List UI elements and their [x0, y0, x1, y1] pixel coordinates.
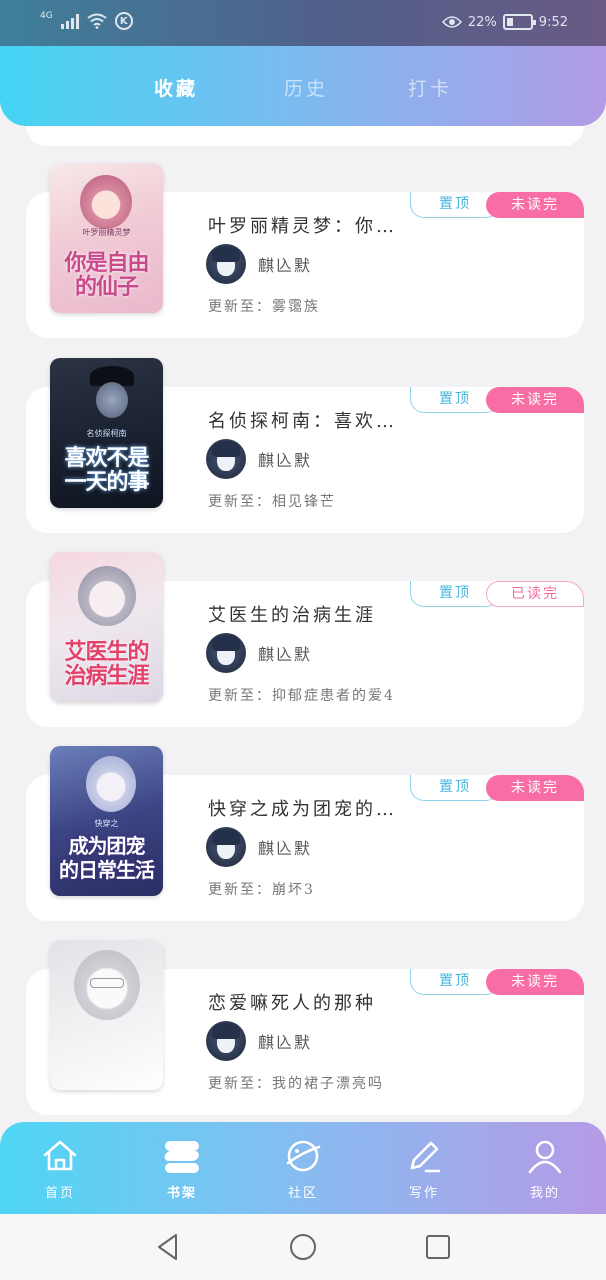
- signal-icon: [60, 13, 79, 29]
- home-icon: [43, 1140, 77, 1171]
- nav-profile-label: 我的: [529, 1186, 560, 1201]
- nav-write[interactable]: 写作: [389, 1136, 459, 1201]
- author-name: 麒兦默: [258, 839, 313, 858]
- read-status-tag[interactable]: 已读完: [486, 581, 584, 607]
- read-status-tag[interactable]: 未读完: [486, 192, 584, 218]
- pen-icon: [410, 1141, 441, 1173]
- wifi-icon: [87, 13, 107, 29]
- battery-icon: [502, 14, 536, 30]
- author-name: 麒兦默: [258, 645, 313, 664]
- previous-book-card[interactable]: [26, 126, 584, 146]
- update-status: 更新至：相见锋芒: [208, 494, 336, 510]
- book-cover[interactable]: 快穿之 成为团宠 的日常生活: [50, 746, 163, 896]
- update-status: 更新至：我的裙子漂亮吗: [208, 1076, 384, 1092]
- read-status-tag[interactable]: 未读完: [486, 387, 584, 413]
- cover-title: 喜欢不是 一天的事: [64, 445, 149, 495]
- author-name: 麒兦默: [258, 451, 313, 470]
- nav-write-label: 写作: [408, 1186, 439, 1201]
- author-avatar[interactable]: [206, 827, 246, 867]
- book-card[interactable]: 快穿之 成为团宠 的日常生活 置顶 未读完 快穿之成为团宠的… 麒兦默 更新至：崩…: [26, 746, 584, 921]
- nav-community[interactable]: 社区: [268, 1136, 338, 1201]
- author-name: 麒兦默: [258, 1033, 313, 1052]
- bookshelf-icon: [164, 1141, 199, 1173]
- update-status: 更新至：崩坏3: [208, 882, 315, 898]
- system-nav-bar: [0, 1214, 606, 1280]
- book-title: 快穿之成为团宠的…: [208, 799, 397, 820]
- nav-profile[interactable]: 我的: [510, 1136, 580, 1201]
- author-avatar[interactable]: [206, 633, 246, 673]
- top-tab-bar: 收藏 历史 打卡: [0, 46, 606, 126]
- book-title: 恋爱嘛死人的那种: [208, 993, 376, 1014]
- update-status: 更新至：雾霭族: [208, 299, 320, 315]
- read-status-tag[interactable]: 未读完: [486, 969, 584, 995]
- author-avatar[interactable]: [206, 1021, 246, 1061]
- cover-subtitle: 叶罗丽精灵梦: [82, 228, 131, 237]
- status-bar: 4G K 22% 9:52: [0, 0, 606, 46]
- eye-icon: [441, 16, 462, 28]
- update-status: 更新至：抑郁症患者的爱4: [208, 688, 395, 704]
- book-title: 叶罗丽精灵梦：你…: [208, 216, 397, 237]
- author-name: 麒兦默: [258, 256, 313, 275]
- nav-home[interactable]: 首页: [25, 1136, 95, 1201]
- cover-title: 艾医生的 治病生涯: [64, 639, 149, 689]
- book-cover[interactable]: 艾医生的 治病生涯: [50, 552, 163, 702]
- back-icon[interactable]: [154, 1232, 184, 1262]
- book-card[interactable]: 叶罗丽精灵梦 你是自由 的仙子 置顶 未读完 叶罗丽精灵梦：你… 麒兦默 更新至：…: [26, 163, 584, 338]
- nav-bookshelf[interactable]: 书架: [147, 1136, 217, 1201]
- tab-history[interactable]: 历史: [284, 74, 328, 101]
- cover-title: 你是自由 的仙子: [64, 250, 149, 300]
- book-title: 名侦探柯南：喜欢…: [208, 411, 397, 432]
- planet-icon: [286, 1140, 321, 1172]
- bottom-nav-bar: 首页 书架 社区 写作 我的: [0, 1122, 606, 1214]
- user-icon: [528, 1140, 562, 1174]
- author-avatar[interactable]: [206, 244, 246, 284]
- author-avatar[interactable]: [206, 439, 246, 479]
- read-status-tag[interactable]: 未读完: [486, 775, 584, 801]
- book-card[interactable]: 艾医生的 治病生涯 置顶 已读完 艾医生的治病生涯 麒兦默 更新至：抑郁症患者的爱…: [26, 552, 584, 727]
- bookshelf-list[interactable]: 叶罗丽精灵梦 你是自由 的仙子 置顶 未读完 叶罗丽精灵梦：你… 麒兦默 更新至：…: [0, 126, 606, 1122]
- carrier-k-icon: K: [114, 12, 133, 30]
- book-card[interactable]: 置顶 未读完 恋爱嘛死人的那种 麒兦默 更新至：我的裙子漂亮吗: [26, 940, 584, 1115]
- tab-checkin[interactable]: 打卡: [408, 74, 452, 101]
- nav-home-label: 首页: [44, 1186, 75, 1201]
- cover-title: 成为团宠 的日常生活: [59, 834, 155, 882]
- home-button-icon[interactable]: [288, 1232, 318, 1262]
- tab-favorites[interactable]: 收藏: [154, 74, 198, 101]
- book-card[interactable]: 名侦探柯南 喜欢不是 一天的事 置顶 未读完 名侦探柯南：喜欢… 麒兦默 更新至：…: [26, 358, 584, 533]
- nav-bookshelf-label: 书架: [166, 1186, 197, 1201]
- network-type: 4G: [40, 11, 53, 21]
- book-cover[interactable]: 叶罗丽精灵梦 你是自由 的仙子: [50, 163, 163, 313]
- recents-icon[interactable]: [423, 1232, 453, 1262]
- cover-subtitle: 名侦探柯南: [86, 429, 127, 438]
- book-cover[interactable]: 名侦探柯南 喜欢不是 一天的事: [50, 358, 163, 508]
- cover-subtitle: 快穿之: [94, 819, 119, 828]
- book-title: 艾医生的治病生涯: [208, 605, 376, 626]
- battery-percent: 22%: [467, 14, 497, 30]
- clock: 9:52: [538, 14, 568, 30]
- book-cover[interactable]: [50, 940, 163, 1090]
- nav-community-label: 社区: [287, 1186, 318, 1201]
